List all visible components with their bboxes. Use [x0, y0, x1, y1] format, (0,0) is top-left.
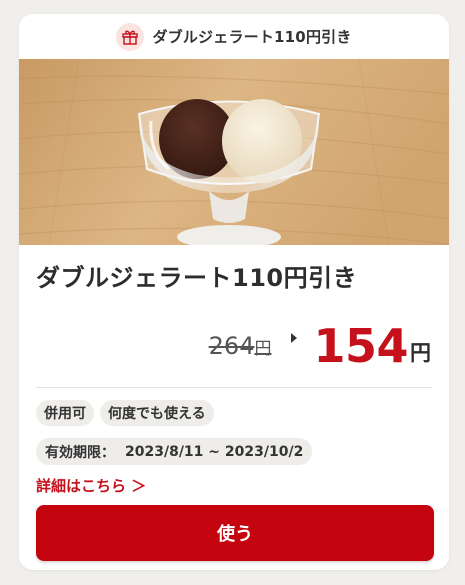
coupon-header: ダブルジェラート110円引き: [19, 14, 449, 59]
original-price: 264円: [209, 332, 272, 360]
discounted-price-unit: 円: [410, 341, 431, 365]
validity-range: 2023/8/11 ~ 2023/10/2: [125, 443, 304, 460]
tag-list: 併用可 何度でも使える: [36, 400, 432, 426]
product-image: [19, 59, 449, 245]
coupon-content: ダブルジェラート110円引き 264円 154 円 併用可 何度でも使える 有効…: [19, 258, 449, 561]
validity-badge: 有効期限： 2023/8/11 ~ 2023/10/2: [36, 438, 313, 465]
gift-icon: [116, 22, 145, 51]
validity-label: 有効期限：: [45, 444, 115, 461]
original-price-value: 264: [208, 332, 255, 360]
discounted-price: 154: [313, 319, 408, 373]
coupon-title: ダブルジェラート110円引き: [36, 264, 358, 292]
tag-combinable: 併用可: [36, 400, 94, 426]
details-link[interactable]: 詳細はこちら ＞: [36, 475, 146, 496]
original-price-unit: 円: [254, 339, 272, 359]
arrow-right-icon: [291, 333, 298, 343]
divider: [36, 387, 432, 388]
price-row: 264円 154 円: [36, 315, 432, 369]
header-label: ダブルジェラート110円引き: [152, 28, 352, 46]
coupon-card: ダブルジェラート110円引き ダブルジェラート110円引き 264円 154 円…: [19, 14, 449, 570]
tag-reusable: 何度でも使える: [100, 400, 214, 426]
use-coupon-button[interactable]: 使う: [36, 505, 434, 561]
